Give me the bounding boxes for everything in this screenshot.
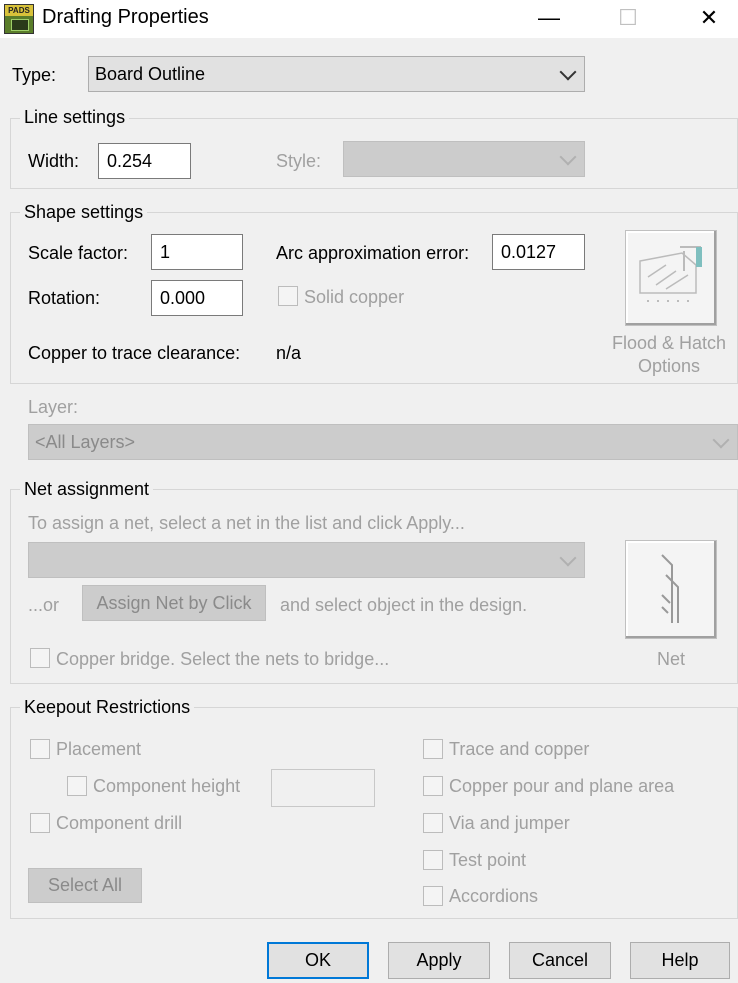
component-height-checkbox xyxy=(67,776,87,796)
solid-copper-label: Solid copper xyxy=(304,287,405,307)
type-dropdown-value: Board Outline xyxy=(95,63,206,84)
net-button[interactable] xyxy=(625,540,717,639)
or-text: ...or xyxy=(28,595,60,615)
component-drill-label: Component drill xyxy=(56,813,183,833)
app-icon: PADS xyxy=(4,4,34,34)
chip-graphic xyxy=(11,19,29,31)
copper-pour-checkbox xyxy=(423,776,443,796)
chevron-down-icon xyxy=(559,549,577,567)
net-assignment-hint: To assign a net, select a net in the lis… xyxy=(28,513,465,533)
style-label: Style: xyxy=(276,151,322,171)
placement-checkbox xyxy=(30,739,50,759)
copper-pour-label: Copper pour and plane area xyxy=(449,776,675,796)
test-point-label: Test point xyxy=(449,850,527,870)
apply-button[interactable]: Apply xyxy=(388,942,490,979)
accordions-label: Accordions xyxy=(449,886,539,906)
flood-hatch-icon xyxy=(639,246,702,302)
chevron-down-icon xyxy=(712,431,730,449)
chevron-down-icon xyxy=(559,148,577,166)
style-dropdown xyxy=(343,141,585,177)
scale-factor-label: Scale factor: xyxy=(28,243,129,263)
rotation-input[interactable]: 0.000 xyxy=(151,280,243,316)
placement-label: Placement xyxy=(56,739,142,759)
layer-label: Layer: xyxy=(28,397,79,417)
net-icon xyxy=(661,554,679,623)
component-drill-checkbox xyxy=(30,813,50,833)
line-settings-legend: Line settings xyxy=(20,107,130,128)
width-input[interactable]: 0.254 xyxy=(98,143,191,179)
net-button-caption: Net xyxy=(656,649,685,669)
accordions-checkbox xyxy=(423,886,443,906)
trace-copper-label: Trace and copper xyxy=(449,739,590,759)
assign-net-by-click-button: Assign Net by Click xyxy=(82,585,266,621)
via-jumper-checkbox xyxy=(423,813,443,833)
width-label: Width: xyxy=(28,151,80,171)
cancel-button[interactable]: Cancel xyxy=(509,942,611,979)
rotation-label: Rotation: xyxy=(28,288,101,308)
layer-dropdown-value: <All Layers> xyxy=(35,431,136,452)
keepout-legend: Keepout Restrictions xyxy=(20,697,195,718)
ok-button[interactable]: OK xyxy=(267,942,369,979)
solid-copper-checkbox xyxy=(278,286,298,306)
select-object-text: and select object in the design. xyxy=(280,595,528,615)
window-title: Drafting Properties xyxy=(42,6,209,28)
copper-bridge-label: Copper bridge. Select the nets to bridge… xyxy=(56,649,390,669)
clearance-label: Copper to trace clearance: xyxy=(28,343,241,363)
net-dropdown xyxy=(28,542,585,578)
via-jumper-label: Via and jumper xyxy=(449,813,570,833)
arc-error-label: Arc approximation error: xyxy=(276,243,470,263)
component-height-label: Component height xyxy=(93,776,241,796)
copper-bridge-checkbox xyxy=(30,648,50,668)
flood-hatch-caption-2: Options xyxy=(637,356,701,376)
minimize-button[interactable]: — xyxy=(526,0,572,36)
scale-factor-input[interactable]: 1 xyxy=(151,234,243,270)
flood-hatch-button[interactable] xyxy=(625,230,717,326)
type-label: Type: xyxy=(12,65,57,85)
flood-hatch-caption-1: Flood & Hatch xyxy=(611,333,727,353)
shape-settings-legend: Shape settings xyxy=(20,202,148,223)
app-icon-label: PADS xyxy=(5,5,33,16)
type-dropdown[interactable]: Board Outline xyxy=(88,56,585,92)
clearance-value: n/a xyxy=(276,343,302,363)
layer-dropdown: <All Layers> xyxy=(28,424,738,460)
maximize-button[interactable]: ☐ xyxy=(605,0,651,36)
help-button[interactable]: Help xyxy=(630,942,730,979)
select-all-button: Select All xyxy=(28,868,142,903)
close-button[interactable]: ✕ xyxy=(686,0,732,36)
net-assignment-legend: Net assignment xyxy=(20,479,154,500)
component-height-input xyxy=(271,769,375,807)
trace-copper-checkbox xyxy=(423,739,443,759)
test-point-checkbox xyxy=(423,850,443,870)
arc-error-input[interactable]: 0.0127 xyxy=(492,234,585,270)
chevron-down-icon xyxy=(559,63,577,81)
